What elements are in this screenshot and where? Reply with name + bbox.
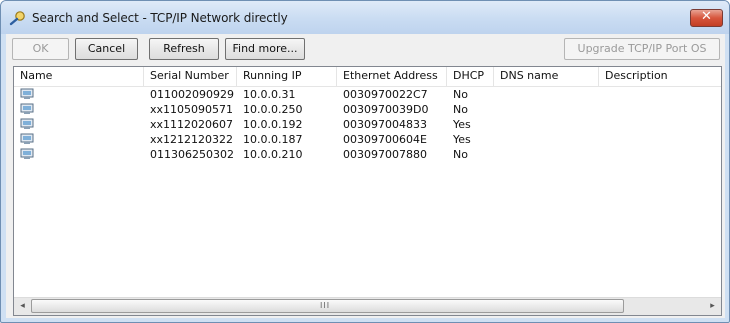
cell-serial: 011306250302: [150, 148, 234, 161]
cell-serial: xx1212120322: [150, 133, 234, 146]
network-device-icon: [20, 133, 34, 144]
device-list[interactable]: Name Serial Number Running IP Ethernet A…: [13, 66, 722, 316]
cancel-button[interactable]: Cancel: [75, 38, 138, 60]
table-row[interactable]: xx1105090571 10.0.0.250 0030970039D0 No: [14, 102, 721, 117]
scrollbar-thumb[interactable]: III: [31, 299, 624, 313]
cell-ip: 10.0.0.31: [243, 88, 296, 101]
table-row[interactable]: 011306250302 10.0.0.210 003097007880 No: [14, 147, 721, 162]
cell-ip: 10.0.0.192: [243, 118, 303, 131]
scroll-right-arrow-icon[interactable]: ▸: [704, 298, 721, 315]
cell-ip: 10.0.0.250: [243, 103, 303, 116]
cell-ethernet: 0030970022C7: [343, 88, 428, 101]
column-header-serial[interactable]: Serial Number: [144, 67, 237, 86]
cell-dhcp: No: [453, 148, 468, 161]
cell-dhcp: No: [453, 88, 468, 101]
search-select-window: Search and Select - TCP/IP Network direc…: [0, 0, 730, 323]
upgrade-port-os-button[interactable]: Upgrade TCP/IP Port OS: [564, 38, 720, 60]
network-device-icon: [20, 118, 34, 129]
cell-serial: 011002090929: [150, 88, 234, 101]
list-header: Name Serial Number Running IP Ethernet A…: [14, 67, 721, 87]
cell-ethernet: 00309700604E: [343, 133, 427, 146]
cell-serial: xx1105090571: [150, 103, 234, 116]
network-device-icon: [20, 148, 34, 159]
cell-ip: 10.0.0.187: [243, 133, 303, 146]
network-device-icon: [20, 88, 34, 99]
title-bar[interactable]: Search and Select - TCP/IP Network direc…: [1, 1, 729, 34]
cell-ethernet: 0030970039D0: [343, 103, 429, 116]
column-header-description[interactable]: Description: [599, 67, 721, 86]
table-row[interactable]: 011002090929 10.0.0.31 0030970022C7 No: [14, 87, 721, 102]
cell-dhcp: No: [453, 103, 468, 116]
cell-dhcp: Yes: [453, 118, 471, 131]
close-icon: ✕: [701, 9, 712, 24]
network-device-icon: [20, 103, 34, 114]
refresh-button[interactable]: Refresh: [149, 38, 219, 60]
search-magnifier-icon: [9, 11, 25, 26]
cell-dhcp: Yes: [453, 133, 471, 146]
column-header-running-ip[interactable]: Running IP: [237, 67, 337, 86]
close-button[interactable]: ✕: [690, 9, 723, 27]
cell-ethernet: 003097007880: [343, 148, 427, 161]
cell-serial: xx1112020607: [150, 118, 234, 131]
window-title: Search and Select - TCP/IP Network direc…: [32, 11, 288, 25]
cell-ip: 10.0.0.210: [243, 148, 303, 161]
dialog-client-area: OK Cancel Refresh Find more... Upgrade T…: [6, 34, 725, 318]
list-rows: 011002090929 10.0.0.31 0030970022C7 No x…: [14, 87, 721, 162]
cell-ethernet: 003097004833: [343, 118, 427, 131]
ok-button[interactable]: OK: [12, 38, 69, 60]
table-row[interactable]: xx1112020607 10.0.0.192 003097004833 Yes: [14, 117, 721, 132]
column-header-dhcp[interactable]: DHCP: [447, 67, 494, 86]
column-header-dns[interactable]: DNS name: [494, 67, 599, 86]
scrollbar-grip-icon: III: [320, 301, 331, 310]
scroll-left-arrow-icon[interactable]: ◂: [14, 298, 31, 315]
table-row[interactable]: xx1212120322 10.0.0.187 00309700604E Yes: [14, 132, 721, 147]
column-header-ethernet[interactable]: Ethernet Address: [337, 67, 447, 86]
column-header-name[interactable]: Name: [14, 67, 144, 86]
horizontal-scrollbar[interactable]: ◂ III ▸: [14, 297, 721, 315]
find-more-button[interactable]: Find more...: [225, 38, 305, 60]
